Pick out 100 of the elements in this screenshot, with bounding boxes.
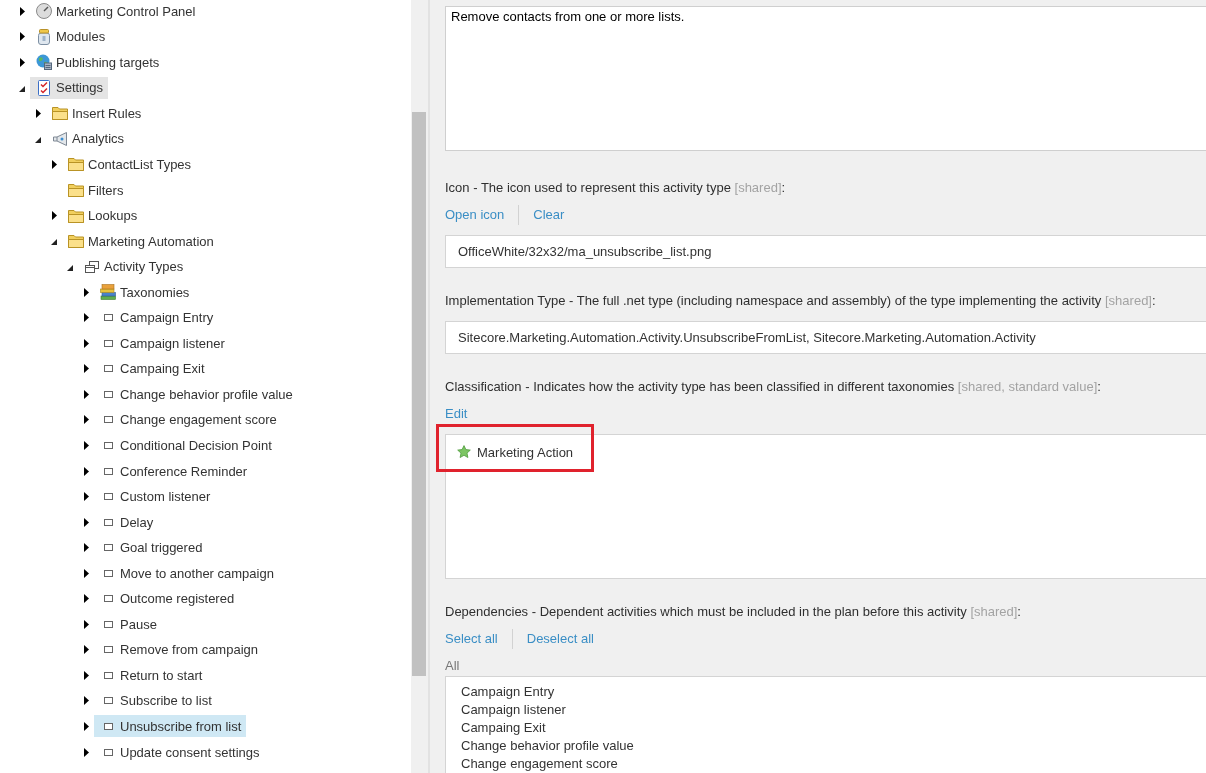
caret-right-icon[interactable] <box>83 696 89 706</box>
rectangle-icon <box>103 748 113 756</box>
rectangle-icon <box>103 467 113 475</box>
tree-item[interactable]: ContactList Types <box>62 153 197 176</box>
tree-item[interactable]: Change engagement score <box>94 408 282 431</box>
globe-icon <box>36 54 52 71</box>
caret-right-icon[interactable] <box>83 338 89 348</box>
caret-right-icon[interactable] <box>83 492 89 502</box>
tree-item[interactable]: Taxonomies <box>94 281 195 304</box>
tree-item[interactable]: Delay <box>94 511 159 534</box>
caret-right-icon[interactable] <box>83 517 89 527</box>
list-item[interactable]: Change behavior profile value <box>461 737 634 755</box>
caret-right-icon[interactable] <box>83 440 89 450</box>
scrollbar-thumb[interactable] <box>412 112 426 676</box>
caret-right-icon[interactable] <box>83 287 89 297</box>
tree-item[interactable]: Change behavior profile value <box>94 383 298 406</box>
folder-icon <box>68 208 84 223</box>
tree-item[interactable]: Update consent settings <box>94 741 265 764</box>
caret-right-icon[interactable] <box>83 722 89 731</box>
tree-item[interactable]: Remove from campaign <box>94 638 263 661</box>
tree-item[interactable]: Settings <box>30 76 108 99</box>
rectangle-icon <box>103 544 113 552</box>
tree-item[interactable]: Campaign listener <box>94 332 230 355</box>
caret-right-icon[interactable] <box>83 466 89 476</box>
tree-item[interactable]: Conference Reminder <box>94 460 253 482</box>
taxonomy-item[interactable]: Marketing Action <box>457 443 574 461</box>
caret-corner-icon[interactable] <box>19 85 25 92</box>
tree-item[interactable]: Move to another campaign <box>94 562 279 585</box>
tree-item[interactable]: Marketing Control Panel <box>30 0 201 23</box>
caret-right-icon[interactable] <box>83 670 89 680</box>
tree-item[interactable]: Activity Types <box>78 255 189 278</box>
rectangle-icon <box>103 416 113 424</box>
gauge-icon <box>36 3 52 20</box>
caret-corner-icon[interactable] <box>51 239 57 246</box>
caret-right-icon[interactable] <box>83 645 89 655</box>
tree-item[interactable]: Campaing Exit <box>94 357 210 380</box>
megaphone-icon <box>53 131 67 146</box>
rectangle-icon <box>103 518 113 526</box>
list-item[interactable]: Campaing Exit <box>461 719 546 737</box>
rectangle-icon <box>103 314 113 322</box>
caret-right-icon[interactable] <box>83 364 89 374</box>
caret-right-icon[interactable] <box>83 619 89 629</box>
caret-right-icon[interactable] <box>83 415 89 425</box>
rectangle-icon <box>103 620 113 628</box>
tree-item[interactable]: Filters <box>62 179 129 201</box>
caret-right-icon[interactable] <box>83 313 89 323</box>
stacked-windows-icon <box>85 260 99 273</box>
caret-right-icon[interactable] <box>83 389 89 399</box>
tree-item[interactable]: Subscribe to list <box>94 689 217 712</box>
rectangle-icon <box>103 441 113 449</box>
folder-icon <box>68 183 84 197</box>
rectangle-icon <box>103 390 113 398</box>
tree-item[interactable]: Outcome registered <box>94 587 240 610</box>
text-field[interactable]: Sitecore.Marketing.Automation.Activity.UnsubscribeFromList, Sitecore.Marketing.Automation.Activity <box>445 321 1206 354</box>
rectangle-icon <box>103 365 113 373</box>
folder-icon <box>68 157 84 172</box>
caret-right-icon[interactable] <box>83 747 89 757</box>
dependency-list[interactable]: Campaign Entry Campaign listener Campaing Exit Change behavior profile value Change engagement score <box>445 676 1206 773</box>
caret-right-icon[interactable] <box>83 594 89 604</box>
tree-item[interactable]: Goal triggered <box>94 536 208 559</box>
caret-right-icon[interactable] <box>51 211 57 221</box>
caret-right-icon[interactable] <box>19 32 25 42</box>
tree-item[interactable]: Return to start <box>94 664 208 687</box>
tree-item[interactable]: Pause <box>94 613 162 636</box>
checklist-icon <box>38 79 50 96</box>
text-field[interactable]: OfficeWhite/32x32/ma_unsubscribe_list.png <box>445 235 1206 268</box>
caret-right-icon[interactable] <box>51 159 57 169</box>
tree-item[interactable]: Lookups <box>62 204 143 227</box>
field-label: Classification - Indicates how the activity type has been classified in different taxonomies [shared, standard value]: <box>445 378 1102 396</box>
tree-item[interactable]: Modules <box>30 25 111 48</box>
caret-right-icon[interactable] <box>19 57 25 67</box>
caret-right-icon[interactable] <box>83 543 89 553</box>
caret-corner-icon[interactable] <box>67 264 73 271</box>
tree-item[interactable]: Insert Rules <box>46 102 147 125</box>
caret-right-icon[interactable] <box>83 568 89 578</box>
description-field[interactable]: Remove contacts from one or more lists. <box>445 6 1206 151</box>
tree-item[interactable]: Publishing targets <box>30 51 165 74</box>
tree-item[interactable]: Unsubscribe from list <box>94 715 247 738</box>
list-item[interactable]: Campaign listener <box>461 701 566 719</box>
tree-item[interactable]: Campaign Entry <box>94 306 219 329</box>
group-label: All <box>445 657 461 675</box>
caret-right-icon[interactable] <box>35 108 41 118</box>
tree-item[interactable]: Analytics <box>46 127 130 150</box>
star-icon <box>457 445 471 459</box>
rectangle-icon <box>103 339 113 347</box>
rectangle-icon <box>103 569 113 577</box>
rectangle-icon <box>103 646 113 654</box>
tree-item[interactable]: Custom listener <box>94 485 216 508</box>
tree-item[interactable]: Marketing Automation <box>62 230 219 253</box>
books-icon <box>100 284 116 301</box>
folder-icon <box>52 106 68 121</box>
field-label: Implementation Type - The full .net type (including namespace and assembly) of the type implementing the activity [shared]: <box>445 292 1157 310</box>
field-label: Icon - The icon used to represent this activity type [shared]: <box>445 179 787 197</box>
caret-corner-icon[interactable] <box>35 136 41 143</box>
caret-right-icon[interactable] <box>19 6 25 16</box>
rectangle-icon <box>103 671 113 679</box>
tree-item[interactable]: Conditional Decision Point <box>94 434 277 457</box>
list-item[interactable]: Change engagement score <box>461 755 618 773</box>
rectangle-icon <box>103 723 113 730</box>
list-item[interactable]: Campaign Entry <box>461 683 555 701</box>
